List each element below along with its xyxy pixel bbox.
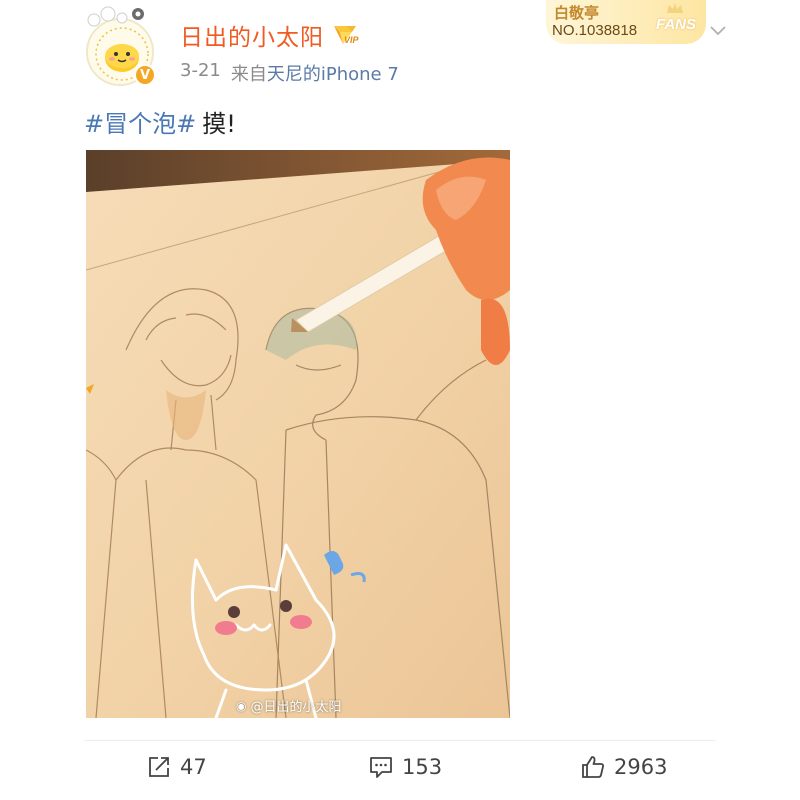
verified-icon: V bbox=[134, 64, 156, 86]
repost-count: 47 bbox=[180, 755, 207, 779]
post-content: #冒个泡# 摸! bbox=[84, 104, 236, 139]
fans-badge-tag: FANS bbox=[655, 16, 696, 33]
post-meta: 3-21 来自天尼的iPhone 7 bbox=[180, 60, 399, 86]
repost-icon bbox=[149, 757, 169, 777]
watermark-text: @日出的小太阳 bbox=[250, 700, 342, 715]
username[interactable]: 日出的小太阳 bbox=[180, 18, 324, 52]
avatar[interactable]: V bbox=[82, 6, 162, 88]
divider bbox=[84, 740, 716, 741]
source-device-link[interactable]: 天尼的iPhone 7 bbox=[267, 64, 399, 85]
comment-button[interactable]: 153 bbox=[368, 754, 442, 780]
source-prefix: 来自 bbox=[230, 64, 267, 85]
vip-label: VIP bbox=[344, 35, 359, 45]
sketch-illustration bbox=[86, 150, 510, 718]
fans-badge-title: 白敬亭 bbox=[554, 4, 600, 22]
like-count: 2963 bbox=[614, 755, 668, 779]
fans-badge[interactable]: 白敬亭 NO.1038818 FANS bbox=[546, 0, 706, 44]
post-date: 3-21 bbox=[180, 60, 221, 81]
chevron-down-icon[interactable] bbox=[708, 20, 728, 40]
hashtag-link[interactable]: #冒个泡# bbox=[84, 104, 196, 139]
like-button[interactable]: 2963 bbox=[580, 754, 667, 780]
post-image[interactable]: ◉ @日出的小太阳 bbox=[86, 150, 510, 718]
avatar-decoration-icon bbox=[87, 6, 144, 27]
vip-diamond-icon[interactable]: VIP bbox=[330, 22, 362, 48]
image-watermark: ◉ @日出的小太阳 bbox=[236, 696, 342, 716]
comment-icon bbox=[370, 757, 392, 778]
comment-count: 153 bbox=[402, 755, 443, 779]
weibo-logo-icon: ◉ bbox=[236, 698, 247, 713]
repost-button[interactable]: 47 bbox=[146, 754, 207, 780]
fans-badge-number: NO.1038818 bbox=[552, 22, 638, 39]
post-text: 摸! bbox=[202, 110, 236, 138]
crown-icon bbox=[667, 3, 683, 13]
like-icon bbox=[582, 756, 604, 778]
